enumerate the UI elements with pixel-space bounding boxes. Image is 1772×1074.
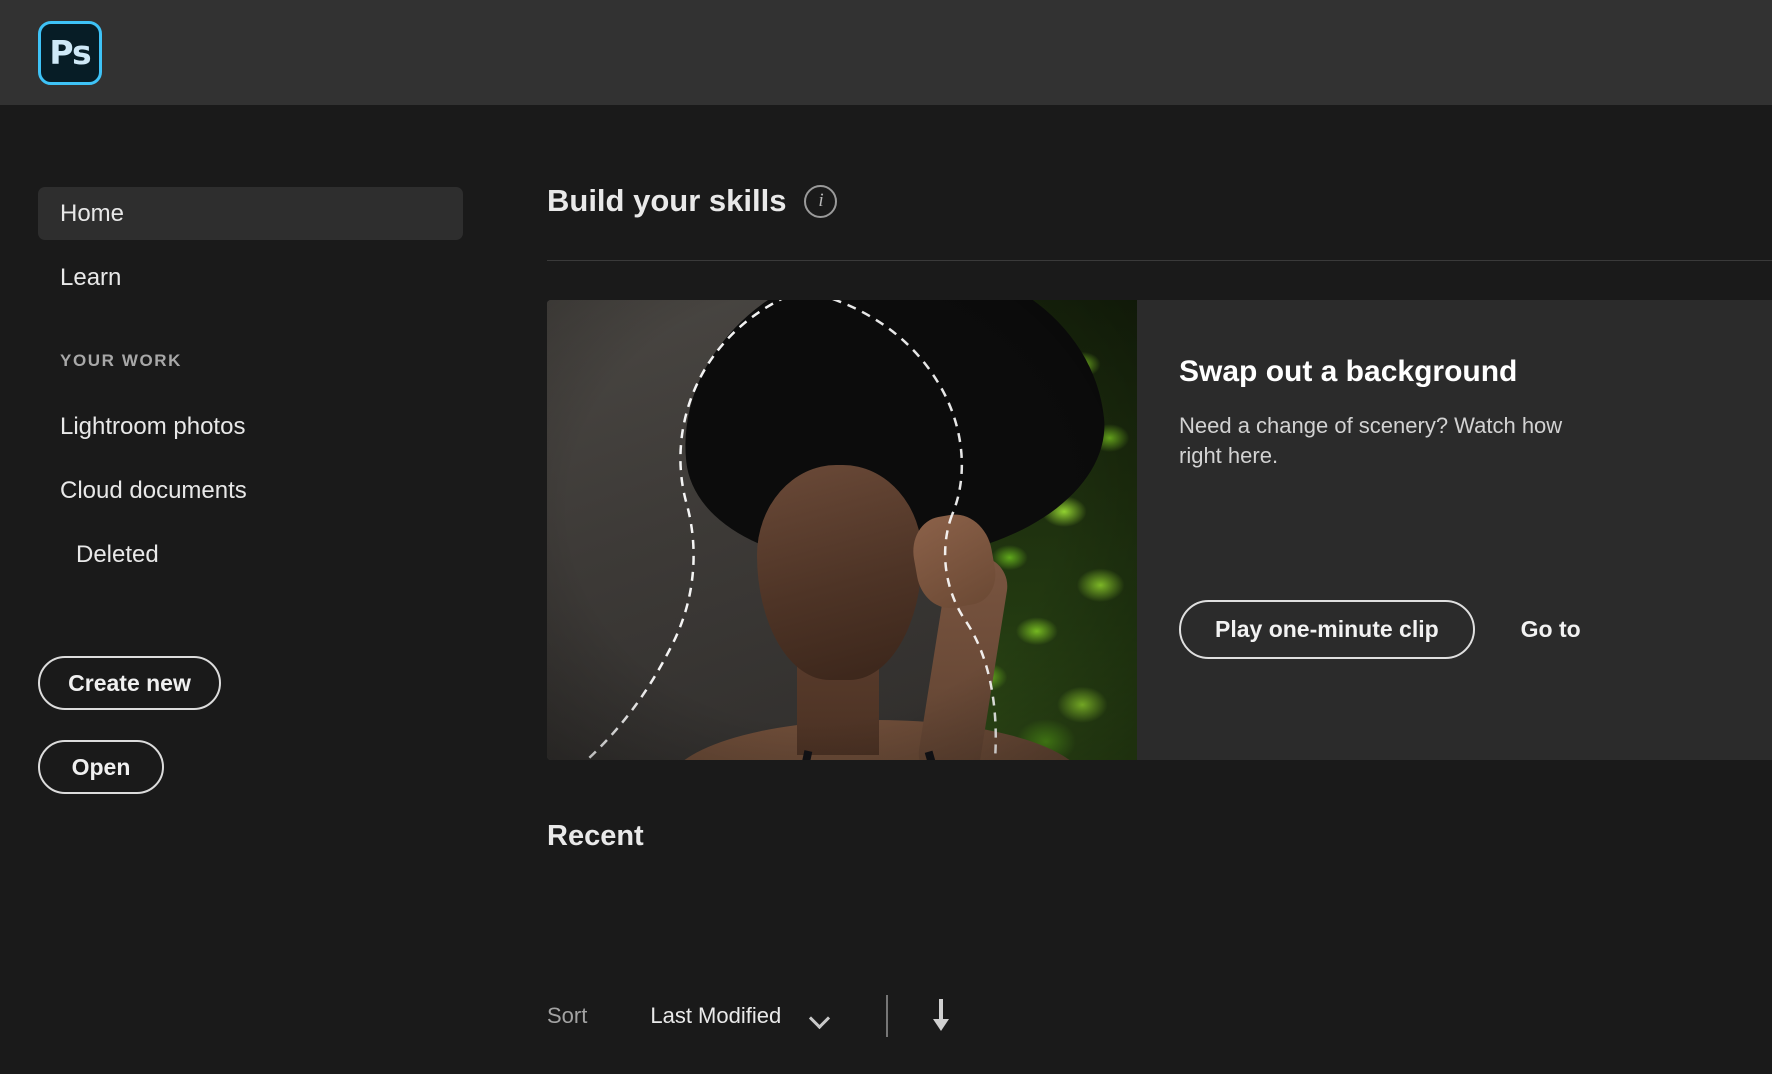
sort-label: Sort xyxy=(547,1003,588,1028)
sidebar-item-deleted[interactable]: Deleted xyxy=(38,528,463,581)
skill-card-description: Need a change of scenery? Watch how righ… xyxy=(1179,413,1563,469)
build-your-skills-header: Build your skills i xyxy=(547,183,838,219)
photo-vignette xyxy=(547,300,1137,760)
sidebar-item-label: Learn xyxy=(60,263,122,291)
arrow-head xyxy=(933,1019,950,1031)
play-clip-button[interactable]: Play one-minute clip xyxy=(1179,600,1475,659)
recent-section-title: Recent xyxy=(547,820,644,852)
skill-card-actions: Play one-minute clip Go to xyxy=(1179,600,1581,659)
open-button[interactable]: Open xyxy=(38,740,164,794)
skill-card-thumbnail xyxy=(547,300,1137,760)
sidebar: Home Learn YOUR WORK Lightroom photos Cl… xyxy=(0,105,520,1074)
sidebar-section-your-work: YOUR WORK xyxy=(60,351,183,370)
sidebar-item-cloud-documents[interactable]: Cloud documents xyxy=(38,464,463,517)
sort-dropdown[interactable]: Last Modified xyxy=(650,1003,830,1029)
photoshop-logo-icon[interactable]: Ps xyxy=(38,21,102,85)
info-icon[interactable]: i xyxy=(804,184,838,218)
photoshop-logo-label: Ps xyxy=(49,32,91,72)
sidebar-item-label: Deleted xyxy=(76,540,159,568)
go-to-link[interactable]: Go to xyxy=(1521,616,1581,643)
skill-card-body: Swap out a background Need a change of s… xyxy=(1137,300,1772,760)
sort-dropdown-value: Last Modified xyxy=(650,1003,782,1028)
section-divider xyxy=(547,260,1772,261)
sidebar-item-home[interactable]: Home xyxy=(38,187,463,240)
skill-card-title: Swap out a background xyxy=(1179,355,1518,388)
chevron-down-icon xyxy=(811,1011,830,1022)
create-new-button[interactable]: Create new xyxy=(38,656,221,710)
sidebar-item-label: Lightroom photos xyxy=(60,412,246,440)
sidebar-item-lightroom-photos[interactable]: Lightroom photos xyxy=(38,400,463,453)
arrow-down-icon[interactable] xyxy=(930,999,952,1033)
app-titlebar: Ps xyxy=(0,0,1772,105)
sidebar-item-learn[interactable]: Learn xyxy=(38,251,463,304)
sort-divider xyxy=(886,995,889,1037)
sidebar-item-label: Home xyxy=(60,199,125,227)
recent-sort-controls: Sort Last Modified xyxy=(547,995,952,1037)
sidebar-item-label: Cloud documents xyxy=(60,476,247,504)
main-content: Build your skills i Swap out a backgroun… xyxy=(520,105,1772,1074)
photoshop-home-screen: Ps Home Learn YOUR WORK Lightroom photos… xyxy=(0,0,1772,1074)
skill-card[interactable]: Swap out a background Need a change of s… xyxy=(547,300,1772,760)
page-title: Build your skills xyxy=(547,183,787,218)
